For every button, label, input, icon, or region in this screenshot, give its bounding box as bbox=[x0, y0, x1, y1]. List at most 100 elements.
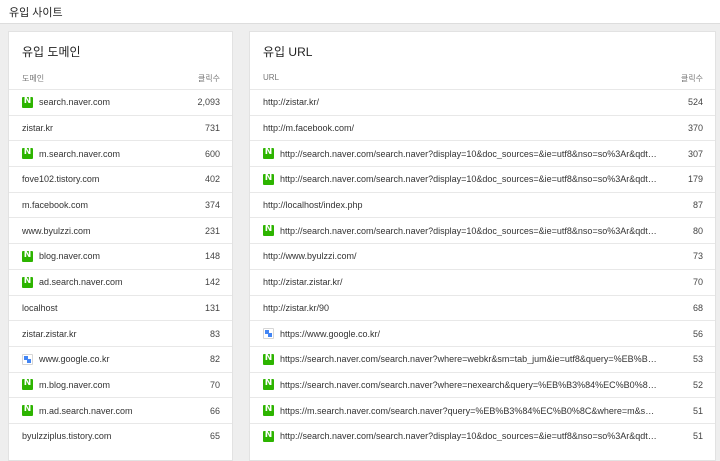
domain-row-label[interactable]: m.search.naver.com bbox=[22, 141, 172, 166]
domain-row-text: ad.search.naver.com bbox=[39, 277, 123, 288]
domain-row[interactable]: m.search.naver.com 600 bbox=[9, 140, 232, 166]
url-row[interactable]: http://zistar.kr/524 bbox=[250, 89, 715, 115]
domain-row-label[interactable]: byulzziplus.tistory.com bbox=[22, 424, 172, 449]
domain-row[interactable]: byulzziplus.tistory.com 65 bbox=[9, 422, 232, 449]
url-row-label[interactable]: http://localhost/index.php bbox=[263, 193, 660, 218]
url-row-label[interactable]: http://zistar.kr/90 bbox=[263, 296, 660, 321]
url-row-label[interactable]: http://zistar.zistar.kr/ bbox=[263, 270, 660, 295]
domain-row[interactable]: www.google.co.kr 82 bbox=[9, 345, 232, 372]
domain-row[interactable]: m.blog.naver.com 70 bbox=[9, 371, 232, 398]
domain-row[interactable]: zistar.zistar.kr 83 bbox=[9, 320, 232, 346]
url-row[interactable]: http://www.byulzzi.com/73 bbox=[250, 243, 715, 269]
domain-row-text: zistar.zistar.kr bbox=[22, 328, 77, 339]
domain-row[interactable]: m.facebook.com 374 bbox=[9, 191, 232, 218]
domain-row-count: 148 bbox=[204, 251, 220, 262]
url-row-text: http://zistar.kr/ bbox=[263, 97, 320, 108]
naver-icon bbox=[263, 378, 274, 391]
url-row-text: https://m.search.naver.com/search.naver?… bbox=[280, 405, 660, 416]
url-row-count: 87 bbox=[692, 200, 703, 211]
domain-row[interactable]: search.naver.com 2,093 bbox=[9, 89, 232, 115]
domain-row-label[interactable]: blog.naver.com bbox=[22, 244, 172, 269]
domain-column-header: 도메인 bbox=[22, 74, 45, 83]
url-row-label[interactable]: http://search.naver.com/search.naver?dis… bbox=[263, 167, 660, 192]
domain-row-count: 65 bbox=[209, 431, 220, 442]
url-row-text: https://www.google.co.kr/ bbox=[280, 328, 381, 339]
url-row-label[interactable]: http://www.byulzzi.com/ bbox=[263, 244, 660, 269]
url-row-label[interactable]: https://search.naver.com/search.naver?wh… bbox=[263, 347, 660, 372]
url-row-label[interactable]: http://search.naver.com/search.naver?dis… bbox=[263, 218, 660, 243]
url-row[interactable]: https://search.naver.com/search.naver?wh… bbox=[250, 371, 715, 398]
naver-icon bbox=[22, 378, 33, 391]
url-row[interactable]: http://search.naver.com/search.naver?dis… bbox=[250, 422, 715, 449]
url-row[interactable]: http://search.naver.com/search.naver?dis… bbox=[250, 217, 715, 243]
domain-row[interactable]: blog.naver.com 148 bbox=[9, 243, 232, 269]
url-row-label[interactable]: http://search.naver.com/search.naver?dis… bbox=[263, 424, 660, 449]
page-title: 유입 사이트 bbox=[9, 7, 63, 19]
naver-icon bbox=[22, 96, 33, 108]
domain-row-text: zistar.kr bbox=[22, 123, 54, 134]
naver-icon bbox=[22, 250, 33, 262]
url-row-count: 51 bbox=[692, 405, 703, 416]
google-icon bbox=[22, 353, 33, 365]
naver-icon bbox=[22, 404, 33, 417]
naver-icon bbox=[263, 173, 274, 185]
url-row-label[interactable]: https://m.search.naver.com/search.naver?… bbox=[263, 398, 660, 423]
url-row-text: https://search.naver.com/search.naver?wh… bbox=[280, 379, 660, 390]
domain-row[interactable]: www.byulzzi.com 231 bbox=[9, 217, 232, 243]
url-row[interactable]: https://search.naver.com/search.naver?wh… bbox=[250, 345, 715, 372]
url-row-label[interactable]: https://www.google.co.kr/ bbox=[263, 321, 660, 346]
domain-row-text: fove102.tistory.com bbox=[22, 174, 100, 185]
url-row-text: http://search.naver.com/search.naver?dis… bbox=[280, 431, 660, 442]
domain-panel-title: 유입 도메인 bbox=[22, 45, 81, 59]
domain-row-label[interactable]: zistar.zistar.kr bbox=[22, 321, 172, 346]
naver-icon bbox=[263, 404, 274, 417]
url-row[interactable]: http://m.facebook.com/370 bbox=[250, 114, 715, 141]
domain-row-label[interactable]: m.blog.naver.com bbox=[22, 373, 172, 398]
url-row[interactable]: http://localhost/index.php 87 bbox=[250, 191, 715, 218]
domain-row-label[interactable]: localhost bbox=[22, 296, 172, 321]
url-row-text: http://zistar.kr/90 bbox=[263, 302, 330, 313]
url-row-text: http://search.naver.com/search.naver?dis… bbox=[280, 225, 660, 236]
url-row-text: http://search.naver.com/search.naver?dis… bbox=[280, 174, 660, 185]
url-row[interactable]: http://search.naver.com/search.naver?dis… bbox=[250, 140, 715, 166]
url-row-count: 68 bbox=[692, 302, 703, 313]
domain-row-label[interactable]: m.ad.search.naver.com bbox=[22, 398, 172, 423]
url-row-count: 80 bbox=[692, 225, 703, 236]
domain-row[interactable]: localhost 131 bbox=[9, 294, 232, 321]
url-row-count: 307 bbox=[687, 148, 703, 159]
domain-row-count: 374 bbox=[204, 200, 220, 211]
domain-row[interactable]: m.ad.search.naver.com 66 bbox=[9, 397, 232, 423]
url-row-label[interactable]: http://search.naver.com/search.naver?dis… bbox=[263, 141, 660, 166]
domain-row-label[interactable]: fove102.tistory.com bbox=[22, 167, 172, 192]
url-row[interactable]: http://zistar.kr/90 68 bbox=[250, 294, 715, 321]
url-row-count: 179 bbox=[687, 174, 703, 185]
domain-clicks-column-header: 클릭수 bbox=[197, 74, 220, 83]
domain-row[interactable]: ad.search.naver.com 142 bbox=[9, 268, 232, 295]
domain-row-count: 70 bbox=[209, 379, 220, 390]
url-panel-title: 유입 URL bbox=[263, 45, 313, 59]
url-row[interactable]: https://m.search.naver.com/search.naver?… bbox=[250, 397, 715, 423]
url-list: http://zistar.kr/524 http://m.facebook.co… bbox=[250, 89, 715, 449]
domain-row-label[interactable]: zistar.kr bbox=[22, 116, 172, 141]
domain-row-text: m.search.naver.com bbox=[39, 148, 121, 159]
domain-row-count: 402 bbox=[204, 174, 220, 185]
url-row-label[interactable]: https://search.naver.com/search.naver?wh… bbox=[263, 373, 660, 398]
domain-row-label[interactable]: www.google.co.kr bbox=[22, 347, 172, 372]
url-row-count: 51 bbox=[692, 431, 703, 442]
domain-row[interactable]: fove102.tistory.com 402 bbox=[9, 166, 232, 192]
url-row-count: 70 bbox=[692, 277, 703, 288]
domain-row-text: blog.naver.com bbox=[39, 251, 101, 262]
domain-row-label[interactable]: www.byulzzi.com bbox=[22, 218, 172, 243]
url-row-count: 73 bbox=[692, 251, 703, 262]
url-row[interactable]: https://www.google.co.kr/56 bbox=[250, 320, 715, 346]
domain-row[interactable]: zistar.kr 731 bbox=[9, 114, 232, 141]
url-row[interactable]: http://zistar.zistar.kr/70 bbox=[250, 268, 715, 295]
naver-icon bbox=[22, 276, 33, 288]
domain-row-label[interactable]: search.naver.com bbox=[22, 90, 172, 115]
url-row-label[interactable]: http://zistar.kr/ bbox=[263, 90, 660, 115]
url-row-label[interactable]: http://m.facebook.com/ bbox=[263, 116, 660, 141]
domain-row-text: localhost bbox=[22, 302, 58, 313]
url-row[interactable]: http://search.naver.com/search.naver?dis… bbox=[250, 166, 715, 192]
domain-row-label[interactable]: m.facebook.com bbox=[22, 193, 172, 218]
domain-row-label[interactable]: ad.search.naver.com bbox=[22, 270, 172, 295]
